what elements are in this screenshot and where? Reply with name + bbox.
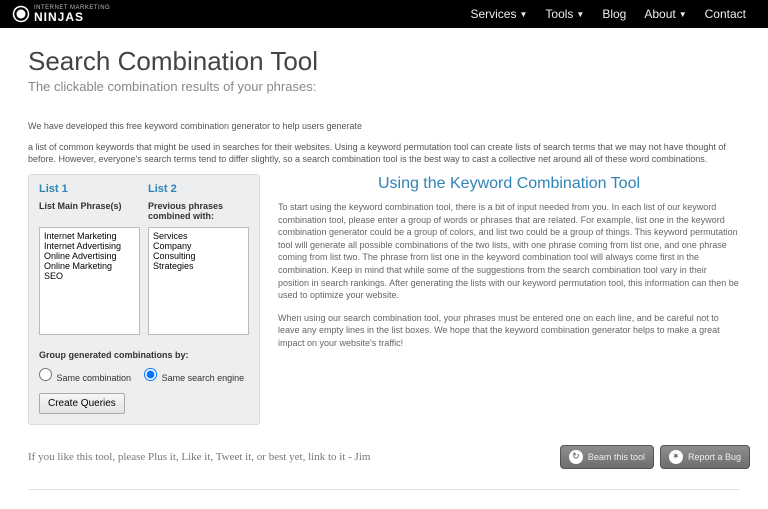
beam-tool-button[interactable]: ↻ Beam this tool — [560, 445, 654, 469]
nav-about[interactable]: About▼ — [644, 7, 686, 21]
intro-line-2: a list of common keywords that might be … — [28, 141, 740, 166]
page-title: Search Combination Tool — [28, 46, 740, 77]
list2-head: List 2 — [148, 183, 249, 195]
bottom-divider — [28, 489, 740, 490]
page-subtitle: The clickable combination results of you… — [28, 79, 740, 94]
radio-same-combination[interactable] — [39, 368, 52, 381]
share-icon: ↻ — [569, 450, 583, 464]
chevron-down-icon: ▼ — [679, 10, 687, 19]
intro-line-1: We have developed this free keyword comb… — [28, 120, 740, 133]
list1-label: List Main Phrase(s) — [39, 201, 140, 223]
nav-blog[interactable]: Blog — [602, 7, 626, 21]
nav-links: Services▼ Tools▼ Blog About▼ Contact — [470, 7, 746, 21]
report-bug-button[interactable]: ✶ Report a Bug — [660, 445, 750, 469]
bug-icon: ✶ — [669, 450, 683, 464]
radio-same-engine[interactable] — [144, 368, 157, 381]
brand-name: NINJAS — [34, 11, 110, 23]
instructions-p1: To start using the keyword combination t… — [278, 201, 740, 302]
nav-tools[interactable]: Tools▼ — [545, 7, 584, 21]
list2-textarea[interactable] — [148, 227, 249, 335]
group-label: Group generated combinations by: — [39, 350, 249, 360]
form-panel: List 1 List Main Phrase(s) List 2 Previo… — [28, 174, 260, 425]
list2-label: Previous phrases combined with: — [148, 201, 249, 223]
chevron-down-icon: ▼ — [576, 10, 584, 19]
radio-same-engine-label[interactable]: Same search engine — [144, 368, 244, 383]
right-column: Using the Keyword Combination Tool To st… — [278, 174, 740, 360]
top-nav: INTERNET MARKETING NINJAS Services▼ Tool… — [0, 0, 768, 28]
nav-services[interactable]: Services▼ — [470, 7, 527, 21]
list1-textarea[interactable] — [39, 227, 140, 335]
brand-logo[interactable]: INTERNET MARKETING NINJAS — [12, 5, 110, 23]
radio-same-combination-label[interactable]: Same combination — [39, 368, 131, 383]
nav-contact[interactable]: Contact — [705, 7, 746, 21]
create-queries-button[interactable]: Create Queries — [39, 393, 125, 414]
chevron-down-icon: ▼ — [519, 10, 527, 19]
instructions-heading: Using the Keyword Combination Tool — [278, 174, 740, 193]
logo-swirl-icon — [12, 5, 30, 23]
list1-head: List 1 — [39, 183, 140, 195]
instructions-p2: When using our search combination tool, … — [278, 312, 740, 350]
